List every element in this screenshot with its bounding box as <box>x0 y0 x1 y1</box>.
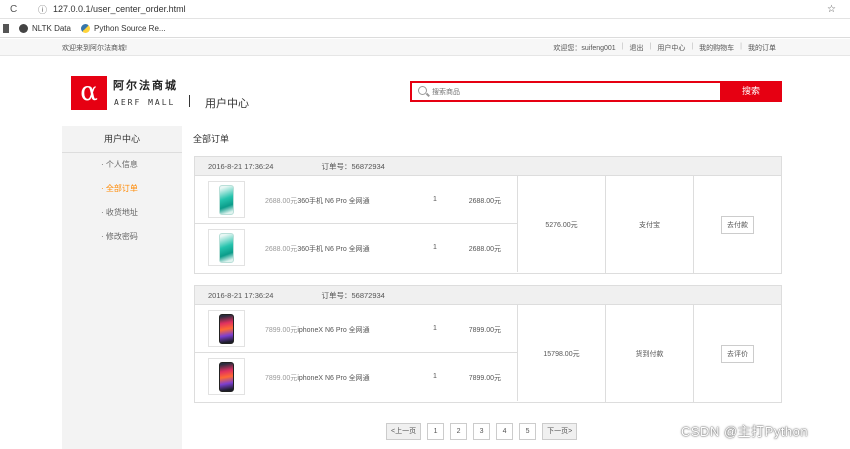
sidebar-item-password[interactable]: · 修改密码 <box>62 225 182 249</box>
phone-image-icon <box>219 185 234 215</box>
sidebar-item-address[interactable]: · 收货地址 <box>62 201 182 225</box>
logout-link[interactable]: 退出 <box>624 43 650 53</box>
product-price: 7899.00元 <box>265 327 298 334</box>
page-button-2[interactable]: 2 <box>450 423 468 440</box>
product-image[interactable] <box>208 229 245 266</box>
review-button[interactable]: 去评价 <box>721 344 754 363</box>
search-input[interactable] <box>432 85 722 99</box>
site-top-bar: 欢迎来到阿尔法商城! 欢迎您：suifeng001 | 退出 | 用户中心 | … <box>0 39 850 56</box>
product-name[interactable]: iphoneX N6 Pro 全网通 <box>297 375 369 382</box>
product-image[interactable] <box>208 310 245 347</box>
bookmark-python[interactable]: Python Source Re... <box>80 23 166 33</box>
order-time: 2016-8-21 17:36:24 <box>208 290 274 300</box>
order-status: 支付宝 <box>606 176 694 273</box>
page-button-3[interactable]: 3 <box>473 423 491 440</box>
greeting-text: 欢迎您：suifeng001 <box>553 45 616 52</box>
site-info-icon[interactable]: ⓘ <box>38 3 47 16</box>
sidebar: 用户中心 · 个人信息 · 全部订单 · 收货地址 · 修改密码 <box>62 126 182 449</box>
logo-name-en: AERF MALL <box>114 98 176 107</box>
cart-link[interactable]: 我的购物车 <box>693 43 740 53</box>
product-name[interactable]: 360手机 N6 Pro 全网通 <box>297 246 369 253</box>
next-page-button[interactable]: 下一页> <box>542 423 578 440</box>
product-subtotal: 7899.00元 <box>468 375 501 382</box>
bookmark-star-icon[interactable]: ☆ <box>827 4 836 15</box>
product-subtotal: 7899.00元 <box>468 327 501 334</box>
my-orders-link[interactable]: 我的订单 <box>742 43 782 53</box>
order-header: 2016-8-21 17:36:24 订单号：56872934 <box>195 157 781 176</box>
order-header: 2016-8-21 17:36:24 订单号：56872934 <box>195 286 781 305</box>
product-qty: 1 <box>433 244 437 251</box>
order-item: 2688.00元360手机 N6 Pro 全网通 1 2688.00元 <box>195 176 518 224</box>
order-time: 2016-8-21 17:36:24 <box>208 161 274 171</box>
order-item: 2688.00元360手机 N6 Pro 全网通 1 2688.00元 <box>195 224 518 272</box>
product-qty: 1 <box>433 373 437 380</box>
reload-icon[interactable]: C <box>10 4 24 15</box>
pagination: <上一页 1 2 3 4 5 下一页> <box>386 423 583 440</box>
bookmarks-bar: NLTK Data Python Source Re... <box>0 19 850 38</box>
order-number: 订单号：56872934 <box>321 290 385 300</box>
page-title: 全部订单 <box>193 134 230 144</box>
search-button[interactable]: 搜索 <box>720 81 782 102</box>
watermark: CSDN @主打Python <box>681 424 809 439</box>
order-number: 订单号：56872934 <box>321 161 385 171</box>
phone-image-icon <box>219 314 234 344</box>
url-field[interactable]: 127.0.0.1/user_center_order.html <box>53 4 186 14</box>
order-total: 15798.00元 <box>518 305 606 402</box>
python-icon <box>80 23 90 33</box>
product-price: 7899.00元 <box>265 375 298 382</box>
order-card: 2016-8-21 17:36:24 订单号：56872934 2688.00元… <box>194 156 782 274</box>
bookmark-nltk[interactable]: NLTK Data <box>19 23 71 33</box>
header-divider <box>189 95 190 107</box>
phone-image-icon <box>219 362 234 392</box>
logo-name-cn: 阿尔法商城 <box>113 79 178 92</box>
browser-address-bar: C ⓘ 127.0.0.1/user_center_order.html ☆ <box>0 0 850 19</box>
top-links: 欢迎您：suifeng001 | 退出 | 用户中心 | 我的购物车 | 我的订… <box>547 43 782 53</box>
product-price: 2688.00元 <box>265 198 298 205</box>
welcome-text: 欢迎来到阿尔法商城! <box>62 45 127 52</box>
pay-button[interactable]: 去付款 <box>721 215 754 234</box>
product-subtotal: 2688.00元 <box>468 246 501 253</box>
product-qty: 1 <box>433 196 437 203</box>
order-item: 7899.00元iphoneX N6 Pro 全网通 1 7899.00元 <box>195 305 518 353</box>
product-image[interactable] <box>208 181 245 218</box>
order-card: 2016-8-21 17:36:24 订单号：56872934 7899.00元… <box>194 285 782 403</box>
page-button-4[interactable]: 4 <box>496 423 514 440</box>
product-price: 2688.00元 <box>265 246 298 253</box>
product-qty: 1 <box>433 325 437 332</box>
logo-icon[interactable]: α <box>71 76 107 110</box>
sidebar-item-all-orders[interactable]: · 全部订单 <box>62 177 182 201</box>
search-box: 搜索 <box>410 81 782 102</box>
order-item: 7899.00元iphoneX N6 Pro 全网通 1 7899.00元 <box>195 353 518 401</box>
page-button-1[interactable]: 1 <box>427 423 445 440</box>
globe-icon <box>19 23 28 33</box>
sidebar-item-profile[interactable]: · 个人信息 <box>62 153 182 177</box>
order-status: 货到付款 <box>606 305 694 402</box>
product-subtotal: 2688.00元 <box>468 198 501 205</box>
product-name[interactable]: 360手机 N6 Pro 全网通 <box>297 198 369 205</box>
sidebar-title: 用户中心 <box>62 126 182 153</box>
product-name[interactable]: iphoneX N6 Pro 全网通 <box>297 327 369 334</box>
apps-icon[interactable] <box>3 23 9 33</box>
order-total: 5276.00元 <box>518 176 606 273</box>
phone-image-icon <box>219 233 234 263</box>
search-icon <box>418 86 427 95</box>
prev-page-button[interactable]: <上一页 <box>386 423 422 440</box>
section-title: 用户中心 <box>205 98 249 110</box>
user-center-link[interactable]: 用户中心 <box>651 43 691 53</box>
product-image[interactable] <box>208 358 245 395</box>
page-button-5[interactable]: 5 <box>519 423 537 440</box>
